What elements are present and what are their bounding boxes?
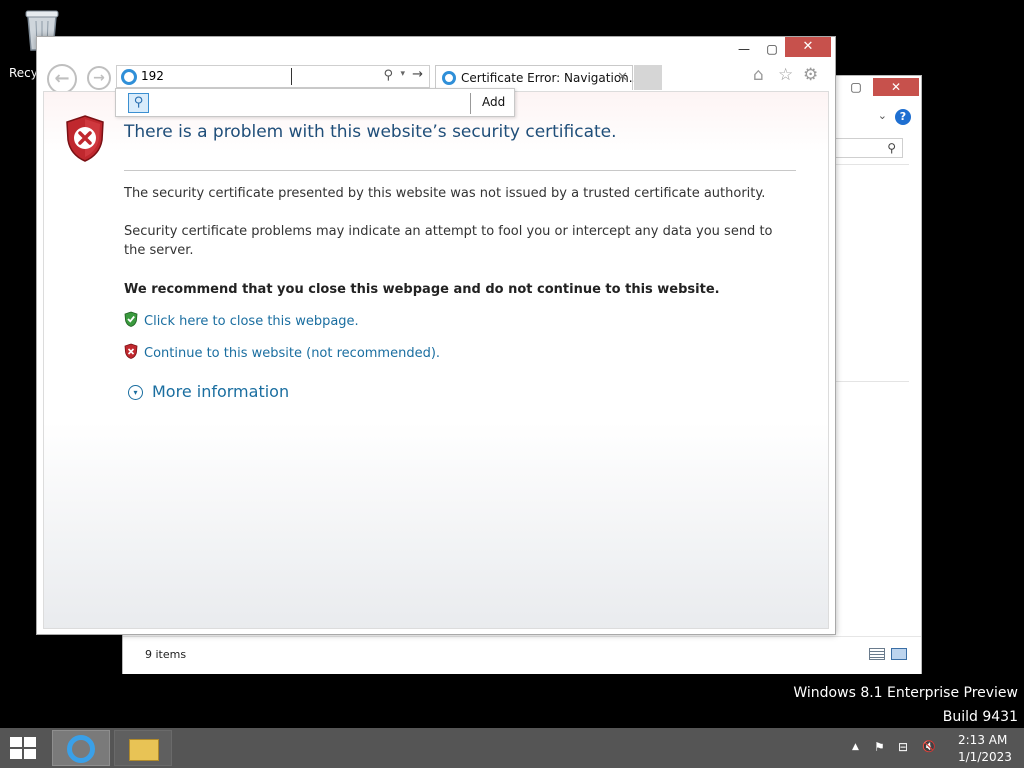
go-arrow-icon[interactable]: → bbox=[412, 67, 423, 82]
tab-title: Certificate Error: Navigation... bbox=[461, 71, 641, 85]
new-tab-button[interactable] bbox=[634, 65, 662, 90]
show-hidden-icons-arrow-icon[interactable]: ▲ bbox=[852, 742, 859, 752]
continue-to-website-link[interactable]: Continue to this website (not recommende… bbox=[144, 346, 440, 361]
tab-close-icon[interactable]: ✕ bbox=[617, 70, 628, 85]
action-center-flag-icon[interactable]: ⚑ bbox=[874, 740, 885, 754]
internet-explorer-window[interactable]: — ▢ ✕ ← → 192 ⚲ ▾ → Certificate Error: N… bbox=[36, 36, 836, 635]
explorer-search-box[interactable]: ⚲ bbox=[833, 138, 903, 158]
explorer-status-bar bbox=[123, 636, 921, 674]
ie-page-icon bbox=[121, 69, 137, 85]
certificate-error-page: There is a problem with this website’s s… bbox=[43, 91, 829, 629]
ribbon-expand-chevron-icon[interactable]: ⌄ bbox=[878, 109, 887, 122]
taskbar-file-explorer[interactable] bbox=[114, 730, 172, 766]
page-title: There is a problem with this website’s s… bbox=[124, 122, 617, 142]
ie-maximize-button[interactable]: ▢ bbox=[759, 39, 785, 59]
ie-minimize-button[interactable]: — bbox=[731, 39, 757, 59]
taskbar-internet-explorer[interactable] bbox=[52, 730, 110, 766]
address-bar[interactable]: 192 ⚲ ▾ → bbox=[116, 65, 430, 88]
ie-tab-icon bbox=[442, 71, 456, 85]
help-icon[interactable]: ? bbox=[895, 109, 911, 125]
text-cursor bbox=[291, 68, 292, 85]
close-webpage-link[interactable]: Click here to close this webpage. bbox=[144, 314, 359, 329]
explorer-divider bbox=[833, 381, 909, 382]
search-suggestion-icon[interactable]: ⚲ bbox=[128, 93, 149, 113]
taskbar: ▲ ⚑ ⊟ 🔇 2:13 AM 1/1/2023 bbox=[0, 728, 1024, 768]
details-view-icon[interactable] bbox=[869, 648, 885, 660]
explorer-divider bbox=[833, 164, 909, 166]
address-search-icon[interactable]: ⚲ bbox=[383, 68, 393, 83]
forward-button[interactable]: → bbox=[87, 66, 111, 90]
add-search-provider-button[interactable]: Add bbox=[482, 95, 505, 109]
address-dropdown-icon[interactable]: ▾ bbox=[400, 69, 405, 79]
divider bbox=[124, 170, 796, 171]
tab-certificate-error[interactable]: Certificate Error: Navigation... ✕ bbox=[435, 65, 640, 90]
home-icon[interactable]: ⌂ bbox=[753, 65, 764, 85]
address-suggestion-dropdown: ⚲ Add bbox=[115, 88, 515, 117]
large-icons-view-icon[interactable] bbox=[891, 648, 907, 660]
favorites-star-icon[interactable]: ☆ bbox=[778, 65, 793, 85]
search-icon: ⚲ bbox=[887, 141, 896, 155]
item-count: 9 items bbox=[145, 648, 187, 661]
build-watermark: Build 9431 bbox=[942, 709, 1018, 725]
clock-date[interactable]: 1/1/2023 bbox=[958, 750, 1012, 764]
paragraph-security-warning: Security certificate problems may indica… bbox=[124, 224, 773, 258]
paragraph-untrusted-authority: The security certificate presented by th… bbox=[124, 186, 766, 201]
volume-muted-icon[interactable]: 🔇 bbox=[922, 740, 936, 753]
expand-chevron-icon: ▾ bbox=[128, 385, 143, 400]
address-input[interactable]: 192 bbox=[141, 69, 164, 83]
clock-time[interactable]: 2:13 AM bbox=[958, 733, 1007, 747]
network-icon[interactable]: ⊟ bbox=[898, 740, 908, 754]
ie-close-button[interactable]: ✕ bbox=[785, 37, 831, 57]
red-shield-x-icon bbox=[66, 115, 104, 162]
green-shield-check-icon bbox=[124, 311, 138, 327]
recommendation-text: We recommend that you close this webpage… bbox=[124, 282, 720, 297]
red-shield-x-small-icon bbox=[124, 343, 138, 359]
folder-icon bbox=[129, 739, 159, 761]
more-information-label: More information bbox=[152, 382, 290, 401]
explorer-maximize-button[interactable]: ▢ bbox=[843, 78, 869, 96]
internet-explorer-icon bbox=[67, 735, 95, 763]
dropdown-separator bbox=[470, 93, 471, 114]
windows-start-icon[interactable] bbox=[10, 737, 38, 761]
edition-watermark: Windows 8.1 Enterprise Preview bbox=[793, 685, 1018, 701]
back-button[interactable]: ← bbox=[47, 64, 77, 94]
tools-gear-icon[interactable]: ⚙ bbox=[803, 65, 818, 85]
explorer-close-button[interactable]: ✕ bbox=[873, 78, 919, 96]
